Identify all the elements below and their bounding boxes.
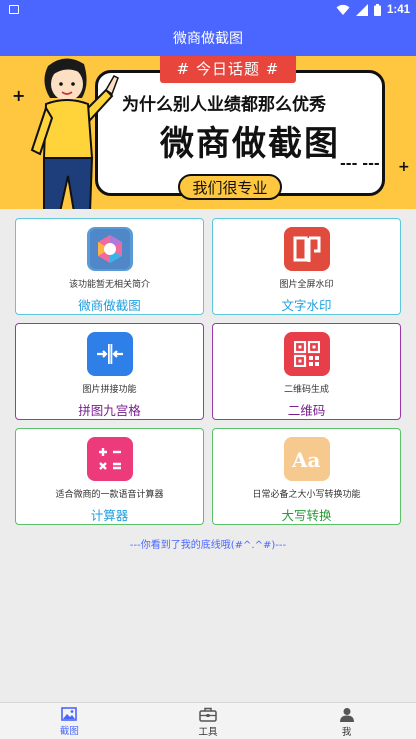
tab-screenshot[interactable]: 截图 bbox=[0, 703, 139, 739]
plus-decoration: + bbox=[398, 159, 410, 175]
tool-name: 拼图九宫格 bbox=[78, 403, 141, 418]
banner-pill: 我们很专业 bbox=[178, 174, 282, 200]
tool-card-screenshot[interactable]: 该功能暂无相关简介 微商做截图 bbox=[15, 218, 204, 315]
svg-text:Aa: Aa bbox=[291, 448, 321, 472]
person-illustration bbox=[30, 58, 119, 209]
tool-description: 日常必备之大小写转换功能 bbox=[252, 490, 361, 500]
tab-tools[interactable]: 工具 bbox=[139, 703, 278, 739]
tool-name: 大写转换 bbox=[281, 508, 332, 523]
banner-headline: 为什么别人业绩都那么优秀 bbox=[122, 95, 326, 115]
app-bar: 微商做截图 bbox=[0, 20, 416, 56]
qrcode-icon bbox=[283, 332, 330, 376]
image-icon bbox=[61, 707, 78, 721]
tool-card-qrcode[interactable]: 二维码生成 二维码 bbox=[212, 323, 401, 420]
tool-name: 计算器 bbox=[90, 508, 129, 523]
screenshot-icon bbox=[9, 5, 19, 14]
tool-description: 适合微商的一款语音计算器 bbox=[55, 490, 164, 500]
puzzle-icon bbox=[86, 332, 133, 376]
tool-card-puzzle[interactable]: 图片拼接功能 拼图九宫格 bbox=[15, 323, 204, 420]
battery-icon bbox=[373, 4, 381, 16]
bottom-tab-bar: 截图 工具 我 bbox=[0, 702, 416, 739]
promo-banner[interactable]: + + # 今日话题 # 为什么别人业绩都那么优秀 微商做截图 --- --- … bbox=[0, 56, 416, 209]
wifi-icon bbox=[336, 4, 350, 15]
tool-description: 图片拼接功能 bbox=[82, 385, 137, 395]
person-icon bbox=[339, 708, 354, 722]
tool-description: 二维码生成 bbox=[283, 385, 329, 395]
tab-label: 工具 bbox=[198, 727, 218, 738]
tool-name: 二维码 bbox=[287, 403, 326, 418]
font-case-icon: Aa bbox=[283, 437, 330, 481]
tool-name: 微商做截图 bbox=[78, 298, 141, 313]
clock: 1:41 bbox=[386, 4, 410, 16]
tool-description: 图片全屏水印 bbox=[279, 280, 334, 290]
tool-card-calculator[interactable]: 适合微商的一款语音计算器 计算器 bbox=[15, 428, 204, 525]
banner-title: 微商做截图 bbox=[160, 124, 340, 164]
tool-card-watermark[interactable]: 图片全屏水印 文字水印 bbox=[212, 218, 401, 315]
watermark-icon bbox=[283, 227, 330, 271]
end-of-list-note: ---你看到了我的底线哦(#^.^#)--- bbox=[129, 540, 287, 551]
banner-dashes: --- --- bbox=[340, 156, 380, 172]
tab-label: 截图 bbox=[59, 726, 79, 737]
app-logo-icon bbox=[86, 227, 133, 271]
calculator-icon bbox=[86, 437, 133, 481]
tool-name: 文字水印 bbox=[281, 298, 332, 313]
banner-ribbon: # 今日话题 # bbox=[160, 56, 296, 83]
tab-label: 我 bbox=[341, 727, 352, 738]
toolbox-icon bbox=[199, 707, 217, 722]
status-bar: 1:41 bbox=[0, 0, 416, 20]
signal-icon bbox=[355, 4, 368, 16]
tab-me[interactable]: 我 bbox=[277, 703, 416, 739]
tool-grid: 该功能暂无相关简介 微商做截图 图片全屏水印 文字水印 图片拼接功能 拼图九宫格 bbox=[15, 218, 401, 525]
tool-description: 该功能暂无相关简介 bbox=[68, 280, 150, 290]
tool-card-case-convert[interactable]: Aa 日常必备之大小写转换功能 大写转换 bbox=[212, 428, 401, 525]
page-title: 微商做截图 bbox=[173, 31, 243, 47]
